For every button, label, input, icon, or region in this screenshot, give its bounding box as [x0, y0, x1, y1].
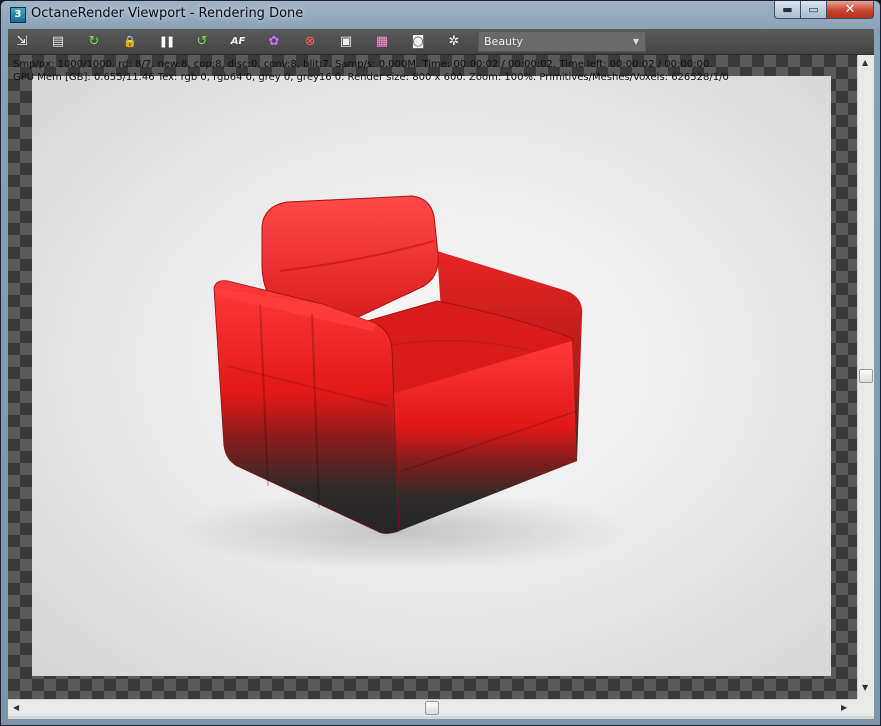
maximize-button[interactable]: ▭ [801, 1, 827, 19]
app-icon[interactable]: 3 [10, 7, 26, 23]
vertical-scroll-thumb[interactable] [859, 369, 873, 383]
window-controls: ▬ ▭ ✕ [774, 1, 874, 20]
scroll-left-icon[interactable]: ◀ [13, 703, 19, 712]
save-image-icon[interactable]: ▤ [48, 32, 68, 51]
render-pass-value: Beauty [484, 35, 523, 48]
pause-icon[interactable]: ❚❚ [156, 32, 176, 51]
render-pass-select[interactable]: Beauty ▼ [478, 31, 646, 52]
scroll-right-icon[interactable]: ▶ [841, 703, 847, 712]
refresh-icon[interactable]: ↺ [192, 32, 212, 51]
restart-render-icon[interactable]: ↻ [84, 32, 104, 51]
autofocus-icon[interactable]: AF [228, 32, 248, 51]
minimize-button[interactable]: ▬ [774, 1, 801, 19]
armchair-render [172, 195, 632, 571]
chevron-down-icon: ▼ [632, 37, 639, 46]
octane-viewport-window: 3 OctaneRender Viewport - Rendering Done… [0, 0, 881, 726]
scroll-down-icon[interactable]: ▼ [862, 683, 868, 692]
toolbar: ⇲ ▤ ↻ 🔒 ❚❚ ↺ AF ✿ ⊗ ▣ ▦ ◙ ✲ Beauty ▼ [8, 29, 874, 55]
lock-icon[interactable]: 🔒 [120, 32, 140, 51]
camera-icon[interactable]: ◙ [408, 32, 428, 51]
rendered-image [32, 76, 831, 676]
horizontal-scroll-thumb[interactable] [425, 701, 439, 715]
film-settings-icon[interactable]: ▦ [372, 32, 392, 51]
render-viewport[interactable]: Smp/px: 1000/1000. rd: 8/7. new:8, cop:8… [8, 55, 857, 699]
render-stats-line-2: GPU Mem [GB]: 0.655/11.46 Tex: rgb 0, rg… [13, 72, 729, 83]
settings-icon[interactable]: ✲ [444, 32, 464, 51]
region-render-icon[interactable]: ▣ [336, 32, 356, 51]
render-stats-line-1: Smp/px: 1000/1000. rd: 8/7. new:8, cop:8… [13, 59, 713, 70]
scroll-up-icon[interactable]: ▲ [862, 58, 868, 67]
title-bar[interactable]: 3 OctaneRender Viewport - Rendering Done… [1, 1, 880, 28]
close-button[interactable]: ✕ [827, 1, 874, 19]
material-picker-icon[interactable]: ⊗ [300, 32, 320, 51]
render-stats: Smp/px: 1000/1000. rd: 8/7. new:8, cop:8… [13, 58, 729, 84]
horizontal-scrollbar[interactable]: ◀ ▶ [8, 699, 857, 716]
vertical-scrollbar[interactable]: ▲ ▼ [857, 55, 874, 699]
window-title: OctaneRender Viewport - Rendering Done [31, 6, 304, 21]
scroll-corner [857, 699, 874, 716]
send-scene-icon[interactable]: ⇲ [12, 32, 32, 51]
client-area: ⇲ ▤ ↻ 🔒 ❚❚ ↺ AF ✿ ⊗ ▣ ▦ ◙ ✲ Beauty ▼ Smp… [8, 29, 874, 719]
color-picker-icon[interactable]: ✿ [264, 32, 284, 51]
